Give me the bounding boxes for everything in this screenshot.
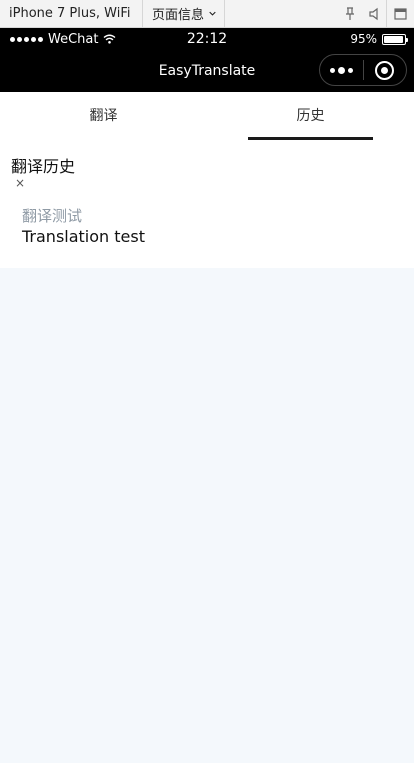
device-select[interactable]: iPhone 7 Plus, WiFi [0, 0, 143, 28]
main-content: 翻译 历史 翻译历史 × 翻译测试 Translation test [0, 92, 414, 268]
window-icon[interactable] [386, 0, 414, 28]
page-info-select[interactable]: 页面信息 [143, 0, 225, 28]
menu-capsule [319, 54, 407, 86]
clear-history-icon[interactable]: × [15, 176, 25, 190]
close-miniprogram-button[interactable] [364, 55, 407, 85]
devtools-toolbar: iPhone 7 Plus, WiFi 页面信息 [0, 0, 414, 28]
history-item-source: 翻译测试 [22, 207, 83, 225]
pin-icon[interactable] [338, 0, 362, 28]
target-icon [375, 60, 395, 80]
tab-translate[interactable]: 翻译 [0, 92, 207, 140]
history-item-translation: Translation test [22, 227, 145, 246]
page-info-label: 页面信息 [152, 8, 205, 23]
more-dots-icon [329, 66, 353, 74]
nav-bar: EasyTranslate [0, 50, 414, 92]
speaker-icon[interactable] [362, 0, 386, 28]
history-item[interactable]: 翻译测试 Translation test [22, 206, 145, 248]
more-button[interactable] [320, 55, 363, 85]
tab-history[interactable]: 历史 [207, 92, 414, 140]
battery-percent: 95% [350, 32, 377, 46]
chevron-down-icon [209, 11, 216, 16]
status-bar: WeChat 22:12 95% [0, 28, 414, 50]
tab-bar: 翻译 历史 [0, 92, 414, 140]
device-select-label: iPhone 7 Plus, WiFi [9, 6, 131, 21]
active-tab-indicator [248, 137, 373, 140]
history-title: 翻译历史 [11, 157, 76, 176]
battery-icon [382, 33, 408, 45]
